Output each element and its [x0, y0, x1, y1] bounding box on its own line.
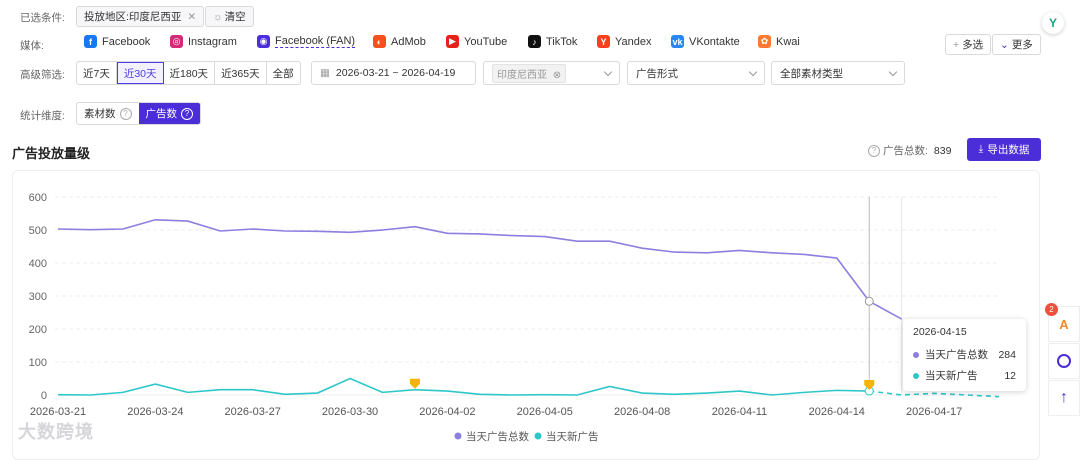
x-tick-label: 2026-04-05	[517, 406, 573, 418]
series-line	[57, 218, 903, 320]
chat-icon	[1057, 354, 1071, 368]
event-marker-icon	[409, 378, 420, 389]
y-tick-label: 0	[41, 390, 47, 402]
tooltip-series-value: 12	[1004, 369, 1016, 382]
legend-label: 当天新广告	[546, 430, 599, 443]
tooltip-series-name: 当天新广告	[925, 370, 978, 382]
chart-tooltip: 2026-04-15 当天广告总数 284 当天新广告 12	[903, 319, 1026, 391]
series-line-dashed	[869, 390, 1000, 398]
highlight-point	[864, 296, 874, 306]
x-tick-label: 2026-03-27	[225, 406, 281, 418]
series-dot	[913, 372, 919, 379]
watermark: 大数跨境	[18, 422, 94, 442]
x-tick-label: 2026-04-14	[809, 406, 865, 418]
tooltip-row-new: 当天新广告 12	[913, 368, 1016, 383]
x-tick-label: 2026-04-08	[614, 406, 670, 418]
tooltip-row-total: 当天广告总数 284	[913, 347, 1016, 362]
series-line	[57, 377, 870, 396]
y-tick-label: 600	[29, 192, 47, 204]
chat-button[interactable]	[1048, 343, 1080, 379]
assistant-logo-icon[interactable]: Y	[1042, 12, 1064, 34]
ai-translate-button[interactable]: A 2	[1045, 303, 1080, 342]
x-tick-label: 2026-04-02	[419, 406, 475, 418]
y-tick-label: 100	[29, 357, 47, 369]
back-to-top-button[interactable]: ↑	[1048, 380, 1080, 416]
x-tick-label: 2026-04-17	[906, 406, 962, 418]
y-tick-label: 400	[29, 258, 47, 270]
series-dot	[913, 351, 919, 358]
tooltip-date: 2026-04-15	[913, 326, 967, 338]
legend-dot	[454, 432, 462, 440]
x-tick-label: 2026-04-11	[712, 406, 767, 418]
y-tick-label: 300	[29, 291, 47, 303]
y-tick-label: 500	[29, 225, 47, 237]
x-tick-label: 2026-03-30	[322, 406, 378, 418]
y-tick-label: 200	[29, 324, 47, 336]
ai-icon: A	[1059, 316, 1069, 332]
notification-badge: 2	[1045, 303, 1058, 316]
arrow-up-icon: ↑	[1060, 389, 1068, 406]
x-tick-label: 2026-03-24	[127, 406, 183, 418]
legend-label: 当天广告总数	[466, 430, 529, 443]
tooltip-series-value: 284	[998, 348, 1016, 361]
x-tick-label: 2026-03-21	[30, 406, 86, 418]
tooltip-series-name: 当天广告总数	[925, 349, 988, 361]
legend-dot	[534, 432, 542, 440]
